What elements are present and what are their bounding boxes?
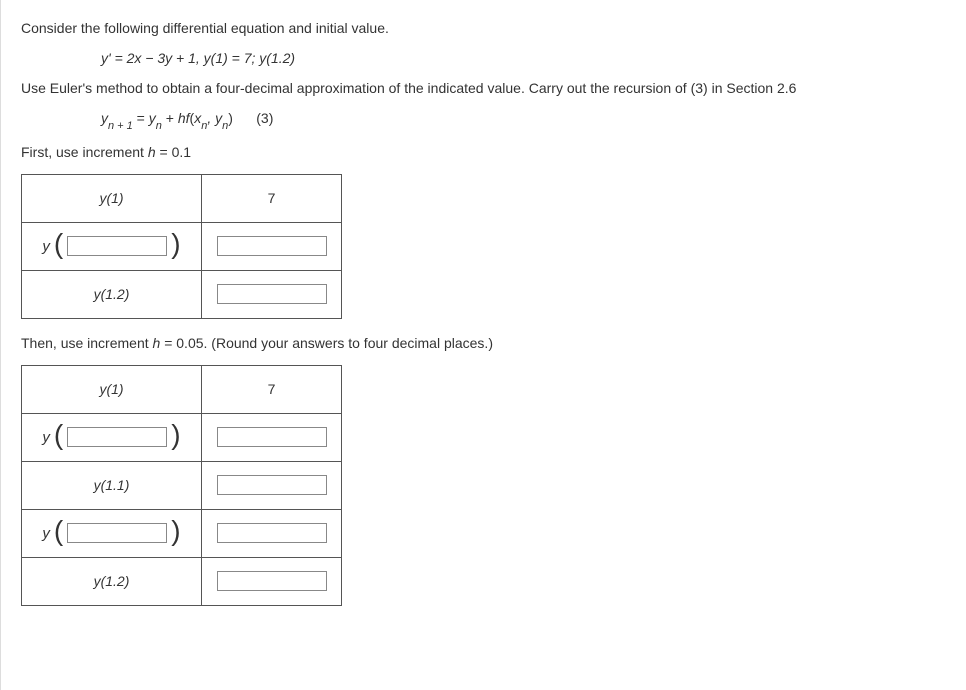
table1-row2-label-input[interactable] [67,236,167,256]
table2-row2-value [202,413,342,461]
table2-row4-value [202,509,342,557]
table2-row2-label: y() [22,413,202,461]
table2-row1-value: 7 [202,365,342,413]
table1-row3-label: y(1.2) [22,270,202,318]
table2-row4-label-input[interactable] [67,523,167,543]
table2-row3-label: y(1.1) [22,461,202,509]
table-h01: y(1) 7 y() y(1.2) [21,174,342,319]
table2-row3-value [202,461,342,509]
then-increment-text: Then, use increment h = 0.05. (Round you… [21,335,946,351]
instruction-text: Use Euler's method to obtain a four-deci… [21,80,946,96]
table1-row2-value-input[interactable] [217,236,327,256]
table1-row1-value: 7 [202,174,342,222]
table2-row5-label: y(1.2) [22,557,202,605]
equation: y' = 2x − 3y + 1, y(1) = 7; y(1.2) [101,50,946,66]
table2-row5-value-input[interactable] [217,571,327,591]
table2-row1-label: y(1) [22,365,202,413]
table2-row3-value-input[interactable] [217,475,327,495]
table1-row2-label: y() [22,222,202,270]
table1-row2-value [202,222,342,270]
table2-row2-label-input[interactable] [67,427,167,447]
table2-row4-value-input[interactable] [217,523,327,543]
table1-row3-value-input[interactable] [217,284,327,304]
table2-row2-value-input[interactable] [217,427,327,447]
table1-row1-label: y(1) [22,174,202,222]
table2-row5-value [202,557,342,605]
table1-row3-value [202,270,342,318]
intro-text: Consider the following differential equa… [21,20,946,36]
table2-row4-label: y() [22,509,202,557]
recursion-formula: yn + 1 = yn + hf(xn, yn) (3) [101,110,946,130]
table-h005: y(1) 7 y() y(1.1) y() y(1.2) [21,365,342,606]
first-increment-text: First, use increment h = 0.1 [21,144,946,160]
